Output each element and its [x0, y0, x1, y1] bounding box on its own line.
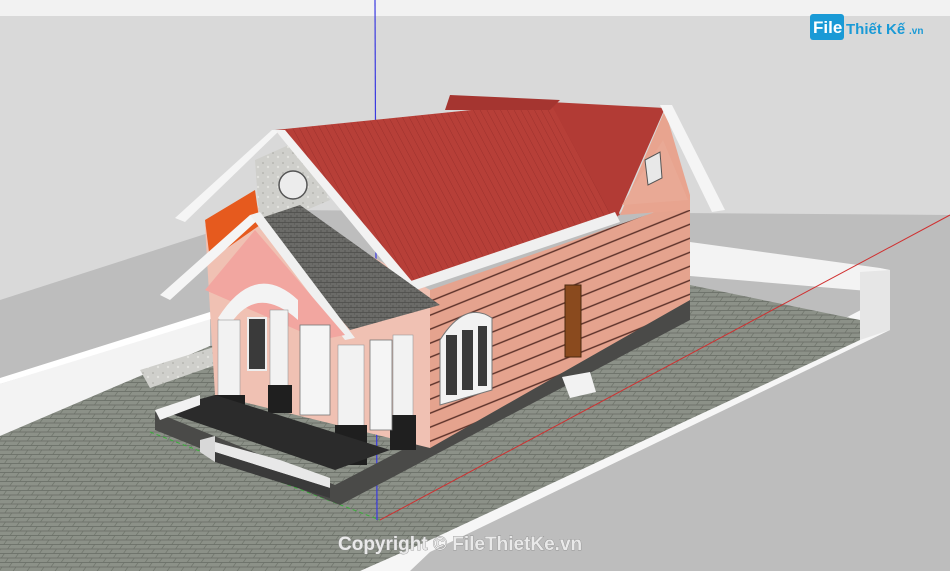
side-window-pane-2: [462, 330, 473, 390]
right-fence-side: [860, 270, 890, 340]
column-4: [392, 334, 414, 421]
column-1: [217, 319, 241, 401]
copyright-watermark: Copyright © FileThietKe.vn: [338, 534, 583, 556]
logo-file-text: File: [813, 18, 842, 37]
side-door: [564, 284, 582, 358]
top-toolbar-strip: [0, 0, 950, 16]
modeling-viewport[interactable]: File Thiết Kế .vn Copyright © FileThietK…: [0, 0, 950, 571]
column-4-base: [390, 415, 416, 450]
3d-house-scene[interactable]: [0, 0, 950, 571]
logo-main-text: Thiết Kế: [846, 21, 906, 38]
column-2: [269, 309, 289, 391]
front-door-left: [299, 324, 331, 416]
side-window-pane-3: [478, 326, 487, 386]
watermark-text: Copyright © FileThietKe.vn: [338, 534, 582, 555]
site-logo[interactable]: File Thiết Kế .vn: [810, 12, 928, 42]
front-door-right: [369, 339, 393, 431]
round-vent-left: [278, 170, 308, 200]
porch-window: [247, 317, 267, 371]
logo-tld-text: .vn: [909, 26, 923, 37]
column-3: [337, 344, 365, 431]
column-2-base: [268, 385, 292, 413]
side-window-pane-1: [446, 335, 457, 395]
